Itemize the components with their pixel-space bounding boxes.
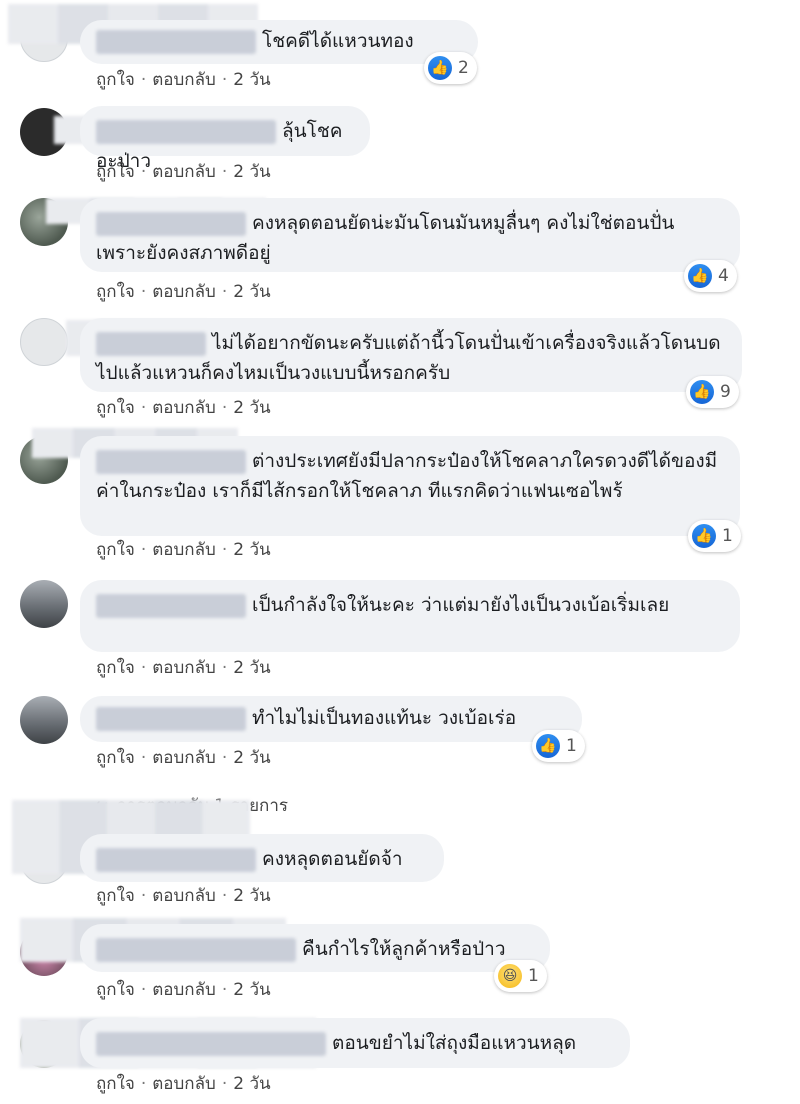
like-link[interactable]: ถูกใจ [96, 976, 135, 1003]
commenter-name[interactable] [96, 1031, 326, 1056]
comment-bubble: ทำไมไม่เป็นทองแท้นะ วงเบ้อเร่อ [80, 696, 582, 742]
timestamp[interactable]: 2 วัน [233, 536, 270, 563]
reply-link[interactable]: ตอบกลับ [152, 158, 216, 185]
comment-actions: ถูกใจ · ตอบกลับ · 2 วัน [96, 744, 271, 771]
like-link[interactable]: ถูกใจ [96, 278, 135, 305]
comment-bubble: คงหลุดตอนยัดน่ะมันโดนมันหมูลื่นๆ คงไม่ใช… [80, 198, 740, 272]
timestamp[interactable]: 2 วัน [233, 976, 270, 1003]
commenter-name[interactable] [96, 847, 256, 872]
avatar[interactable] [20, 580, 68, 628]
comment-text: ทำไมไม่เป็นทองแท้นะ วงเบ้อเร่อ [252, 707, 517, 729]
like-icon: 👍 [428, 56, 452, 80]
reply-link[interactable]: ตอบกลับ [152, 976, 216, 1003]
commenter-name[interactable] [96, 706, 246, 731]
comment-text: คงหลุดตอนยัดจ้า [262, 848, 403, 870]
like-link[interactable]: ถูกใจ [96, 654, 135, 681]
reply-link[interactable]: ตอบกลับ [152, 278, 216, 305]
comment-text: โชคดีได้แหวนทอง [262, 30, 414, 52]
commenter-name[interactable] [96, 211, 246, 236]
commenter-name[interactable] [96, 593, 246, 618]
commenter-name[interactable] [96, 29, 256, 54]
reaction-count[interactable]: 👍 1 [688, 520, 741, 552]
reaction-count[interactable]: 👍 1 [532, 730, 585, 762]
comment-bubble: เป็นกำลังใจให้นะคะ ว่าแต่มายังไงเป็นวงเบ… [80, 580, 740, 652]
like-link[interactable]: ถูกใจ [96, 1070, 135, 1097]
like-link[interactable]: ถูกใจ [96, 66, 135, 93]
haha-icon: 😆 [498, 964, 522, 988]
avatar[interactable] [20, 318, 68, 366]
like-icon: 👍 [690, 380, 714, 404]
reaction-count[interactable]: 😆 1 [494, 960, 547, 992]
timestamp[interactable]: 2 วัน [233, 882, 270, 909]
comment-bubble: คืนกำไรให้ลูกค้าหรือป่าว [80, 924, 550, 972]
timestamp[interactable]: 2 วัน [233, 66, 270, 93]
comment-actions: ถูกใจ · ตอบกลับ · 2 วัน [96, 158, 271, 185]
avatar[interactable] [20, 696, 68, 744]
timestamp[interactable]: 2 วัน [233, 654, 270, 681]
comment-bubble: โชคดีได้แหวนทอง [80, 20, 478, 64]
timestamp[interactable]: 2 วัน [233, 278, 270, 305]
comment-actions: ถูกใจ · ตอบกลับ · 2 วัน [96, 1070, 271, 1097]
reply-link[interactable]: ตอบกลับ [152, 536, 216, 563]
comment-text: เป็นกำลังใจให้นะคะ ว่าแต่มายังไงเป็นวงเบ… [252, 594, 670, 616]
comment-actions: ถูกใจ · ตอบกลับ · 2 วัน [96, 536, 271, 563]
comment-actions: ถูกใจ · ตอบกลับ · 2 วัน [96, 278, 271, 305]
like-icon: 👍 [692, 524, 716, 548]
comment-actions: ถูกใจ · ตอบกลับ · 2 วัน [96, 66, 271, 93]
comment-text: ตอนขยำไม่ใส่ถุงมือแหวนหลุด [332, 1032, 577, 1054]
like-link[interactable]: ถูกใจ [96, 394, 135, 421]
reply-link[interactable]: ตอบกลับ [152, 66, 216, 93]
like-link[interactable]: ถูกใจ [96, 536, 135, 563]
commenter-name[interactable] [96, 937, 296, 962]
like-icon: 👍 [536, 734, 560, 758]
comment-bubble: ลุ้นโชคอะป่าว [80, 106, 370, 172]
comment-bubble: ตอนขยำไม่ใส่ถุงมือแหวนหลุด [80, 1018, 630, 1068]
like-link[interactable]: ถูกใจ [96, 158, 135, 185]
comment-bubble: คงหลุดตอนยัดจ้า [80, 834, 444, 882]
commenter-name[interactable] [96, 449, 246, 474]
comment-text: คืนกำไรให้ลูกค้าหรือป่าว [302, 938, 506, 960]
timestamp[interactable]: 2 วัน [233, 1070, 270, 1097]
reaction-count[interactable]: 👍 4 [684, 260, 737, 292]
reply-link[interactable]: ตอบกลับ [152, 394, 216, 421]
timestamp[interactable]: 2 วัน [233, 744, 270, 771]
timestamp[interactable]: 2 วัน [233, 158, 270, 185]
comment-actions: ถูกใจ · ตอบกลับ · 2 วัน [96, 654, 271, 681]
comment-actions: ถูกใจ · ตอบกลับ · 2 วัน [96, 882, 271, 909]
reply-link[interactable]: ตอบกลับ [152, 1070, 216, 1097]
reply-link[interactable]: ตอบกลับ [152, 882, 216, 909]
comment-bubble: ต่างประเทศยังมีปลากระป๋องให้โชคลาภใครดวง… [80, 436, 740, 536]
like-link[interactable]: ถูกใจ [96, 744, 135, 771]
comment-actions: ถูกใจ · ตอบกลับ · 2 วัน [96, 394, 271, 421]
comment-bubble: ไม่ได้อยากขัดนะครับแต่ถ้านี้วโดนปั่นเข้า… [80, 318, 742, 392]
timestamp[interactable]: 2 วัน [233, 394, 270, 421]
like-link[interactable]: ถูกใจ [96, 882, 135, 909]
reply-link[interactable]: ตอบกลับ [152, 654, 216, 681]
reply-link[interactable]: ตอบกลับ [152, 744, 216, 771]
reaction-count[interactable]: 👍 9 [686, 376, 739, 408]
reaction-count[interactable]: 👍 2 [424, 52, 477, 84]
like-icon: 👍 [688, 264, 712, 288]
commenter-name[interactable] [96, 331, 206, 356]
commenter-name[interactable] [96, 119, 276, 144]
comment-actions: ถูกใจ · ตอบกลับ · 2 วัน [96, 976, 271, 1003]
